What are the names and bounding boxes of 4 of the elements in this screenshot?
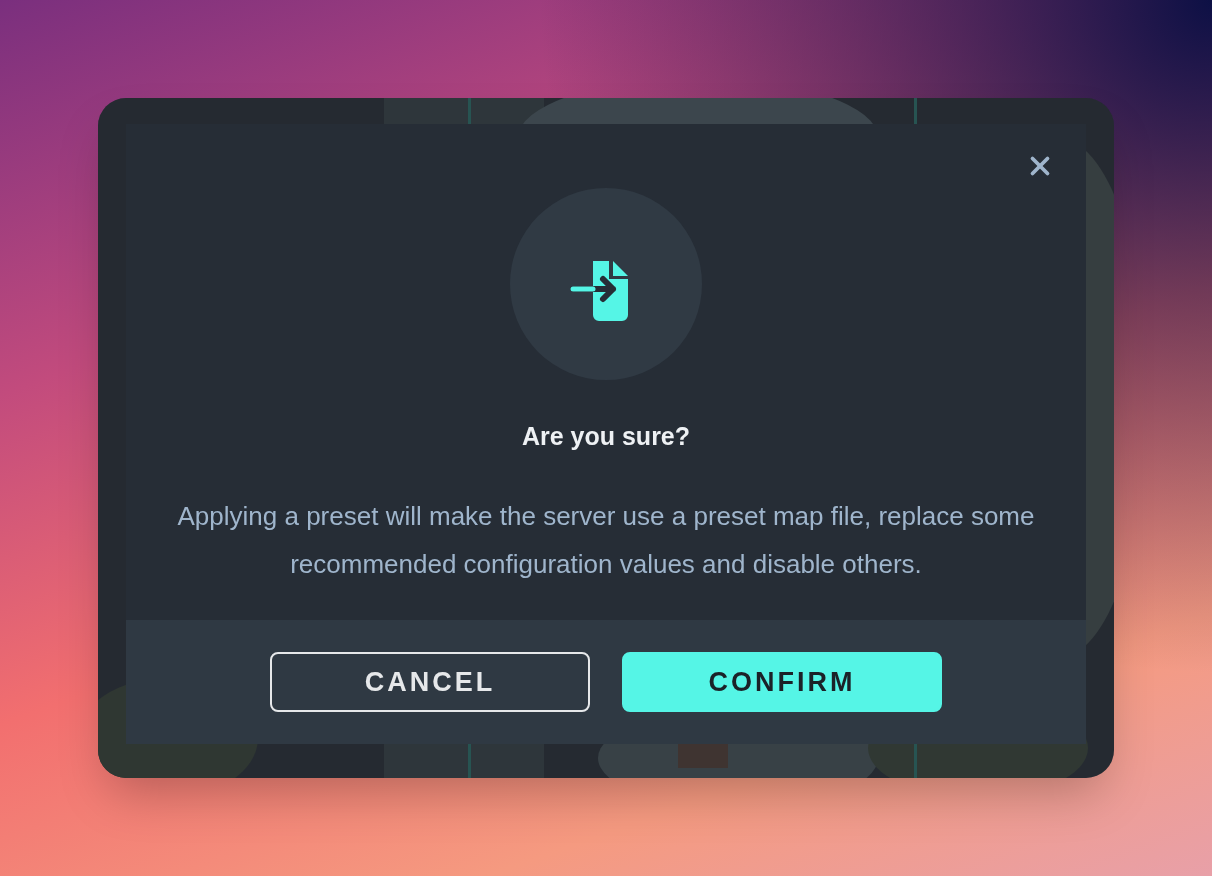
cancel-button[interactable]: CANCEL: [270, 652, 590, 712]
dialog-title: Are you sure?: [521, 421, 691, 452]
confirm-button[interactable]: CONFIRM: [622, 652, 942, 712]
dialog-message: Applying a preset will make the server use a preset map file, replace some recommended configuration values and disable others.: [176, 499, 1036, 581]
